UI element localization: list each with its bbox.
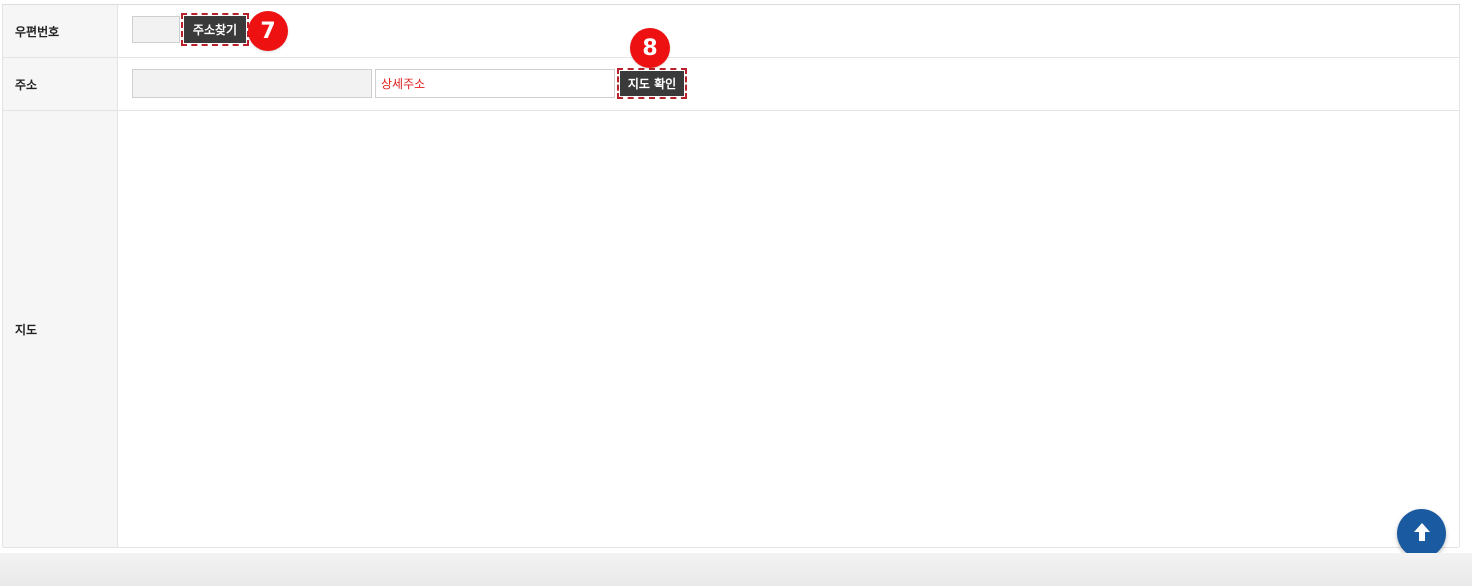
address-label: 주소	[3, 58, 118, 110]
address-form-table: 우편번호 주소찾기 주소 상세주소 지도 확인 지도	[2, 4, 1460, 548]
address-row: 주소 상세주소 지도 확인	[3, 58, 1459, 111]
postcode-value-cell: 주소찾기	[118, 5, 1459, 57]
scroll-to-top-button[interactable]	[1397, 509, 1446, 558]
footer-bar	[0, 553, 1472, 586]
postcode-input[interactable]	[132, 16, 180, 43]
address-value-cell: 상세주소 지도 확인	[118, 58, 1459, 110]
detail-address-input[interactable]: 상세주소	[375, 69, 615, 98]
postcode-row: 우편번호 주소찾기	[3, 5, 1459, 58]
map-area[interactable]	[118, 111, 1459, 547]
map-row: 지도	[3, 111, 1459, 548]
find-address-button[interactable]: 주소찾기	[181, 13, 249, 46]
annotation-badge-8: 8	[630, 28, 670, 68]
address-input[interactable]	[132, 69, 372, 98]
arrow-up-icon	[1412, 521, 1432, 547]
map-value-cell	[118, 111, 1459, 547]
postcode-label: 우편번호	[3, 5, 118, 57]
map-label: 지도	[3, 111, 118, 547]
check-map-button[interactable]: 지도 확인	[617, 68, 687, 99]
annotation-badge-7: 7	[248, 11, 288, 51]
